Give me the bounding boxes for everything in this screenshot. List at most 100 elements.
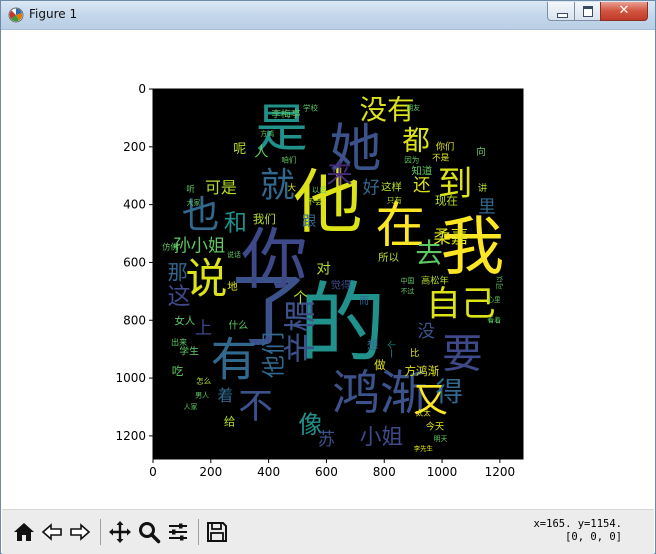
home-button[interactable] bbox=[12, 520, 36, 544]
word: 做 bbox=[374, 358, 386, 372]
word: 今天 bbox=[426, 421, 445, 433]
word: 吃 bbox=[172, 364, 184, 378]
word: 咱们 bbox=[281, 154, 296, 164]
word: 好 bbox=[363, 179, 380, 199]
pan-button[interactable] bbox=[108, 520, 132, 544]
y-tick-label: 0 bbox=[138, 82, 146, 96]
configure-subplots-button[interactable] bbox=[166, 520, 190, 544]
word: 人家 bbox=[184, 402, 198, 411]
word: 太太 bbox=[416, 407, 432, 417]
word: 觉得 bbox=[330, 280, 351, 292]
word: 中国 bbox=[400, 276, 414, 285]
word: 男人 bbox=[195, 391, 209, 399]
minimize-button[interactable] bbox=[547, 2, 575, 21]
y-tick-label: 1200 bbox=[115, 429, 146, 443]
word: 想 bbox=[367, 338, 379, 352]
figure-window: Figure 1 ✕ 的他了你我在是她鸿渐说有辛楣也就自己要又没有都到去不他们小… bbox=[0, 0, 656, 554]
word: 所以 bbox=[378, 252, 399, 264]
word: 现在 bbox=[435, 193, 458, 207]
word: 说话 bbox=[227, 250, 241, 259]
x-tick-label: 800 bbox=[373, 465, 396, 479]
word: 朋友 bbox=[406, 103, 420, 112]
word: 可以 bbox=[496, 276, 504, 290]
word: 什么 bbox=[228, 320, 248, 332]
word: 方鸿 bbox=[260, 129, 274, 138]
home-icon bbox=[14, 523, 34, 541]
word: 和 bbox=[224, 210, 247, 236]
word: 听 bbox=[186, 184, 195, 195]
word: 地 bbox=[227, 280, 238, 293]
wordcloud-image: 的他了你 我在是 她鸿渐说有 辛楣也就自己要又没有都到去不他们小姐像得来和这那孙小姐可… bbox=[153, 89, 523, 459]
word: 你们 bbox=[436, 140, 455, 152]
word: 他们 bbox=[261, 332, 287, 378]
word: 学校 bbox=[303, 102, 319, 112]
word: 苏 bbox=[318, 430, 335, 450]
back-icon bbox=[41, 523, 62, 541]
word: 人 bbox=[254, 144, 268, 161]
save-button[interactable] bbox=[205, 520, 229, 544]
word: 李梅亭 bbox=[271, 108, 301, 121]
word: 大 bbox=[287, 182, 296, 194]
x-tick-label: 400 bbox=[257, 465, 280, 479]
y-tick-label: 200 bbox=[123, 140, 146, 154]
word: 说 bbox=[186, 254, 228, 303]
word: 没 bbox=[418, 322, 435, 342]
toolbar-separator bbox=[100, 519, 101, 545]
word: 着 bbox=[217, 386, 233, 405]
word: 辛楣 bbox=[282, 300, 319, 364]
forward-button[interactable] bbox=[68, 520, 92, 544]
word: 可是 bbox=[205, 178, 237, 197]
pan-icon bbox=[109, 521, 131, 543]
matplotlib-logo-icon bbox=[8, 7, 24, 23]
word: 你 bbox=[241, 221, 307, 299]
x-tick-label: 1000 bbox=[427, 465, 458, 479]
word: 自己 bbox=[426, 284, 495, 324]
word: 比 bbox=[410, 347, 419, 359]
word: 不过 bbox=[400, 286, 414, 295]
y-tick-label: 600 bbox=[123, 255, 146, 269]
title-bar[interactable]: Figure 1 ✕ bbox=[1, 1, 655, 30]
word: 孙小姐 bbox=[173, 237, 225, 257]
wordcloud-plot: 的他了你 我在是 她鸿渐说有 辛楣也就自己要又没有都到去不他们小姐像得来和这那孙小姐可… bbox=[115, 82, 524, 479]
zoom-button[interactable] bbox=[137, 520, 161, 544]
word: 来 bbox=[326, 161, 352, 191]
word: 向 bbox=[476, 145, 486, 158]
word: 对 bbox=[316, 261, 330, 278]
coords-pixel-value: [0, 0, 0] bbox=[565, 531, 622, 543]
figure-canvas[interactable]: 的他了你我在是她鸿渐说有辛楣也就自己要又没有都到去不他们 小姐像得来和这那孙小姐可… bbox=[2, 30, 654, 508]
word: 还 bbox=[413, 176, 430, 196]
word: 里 bbox=[478, 198, 495, 218]
word: 都 bbox=[402, 126, 429, 157]
word: 这样 bbox=[381, 180, 402, 193]
x-tick-label: 0 bbox=[149, 465, 157, 479]
word: 呢 bbox=[233, 142, 246, 157]
word: 出来 bbox=[171, 337, 187, 347]
word: 给 bbox=[224, 414, 236, 428]
word: 而 bbox=[359, 295, 369, 307]
y-tick-label: 1000 bbox=[115, 371, 146, 385]
word: 上 bbox=[195, 319, 212, 339]
word: 高松年 bbox=[421, 275, 449, 287]
x-tick-label: 600 bbox=[315, 465, 338, 479]
word: 女人 bbox=[174, 315, 195, 328]
word: 心里 bbox=[488, 296, 501, 304]
word: 讲 bbox=[478, 182, 487, 194]
coords-position: x=165. y=1154. bbox=[533, 518, 622, 530]
maximize-button[interactable] bbox=[574, 2, 601, 21]
word: 知道 bbox=[411, 164, 432, 177]
word: 一个 bbox=[387, 340, 398, 358]
navigation-toolbar: x=165. y=1154. [0, 0, 0] bbox=[2, 509, 654, 554]
word: 怎么 bbox=[196, 375, 212, 385]
word: 以后 bbox=[312, 185, 328, 195]
word: 明天 bbox=[434, 435, 448, 443]
word: 得 bbox=[436, 377, 463, 408]
word: 李先生 bbox=[414, 443, 434, 452]
back-button[interactable] bbox=[40, 520, 64, 544]
word: 这 bbox=[167, 284, 190, 310]
y-tick-label: 400 bbox=[123, 198, 146, 212]
word: 跟 bbox=[302, 214, 316, 230]
close-button[interactable]: ✕ bbox=[600, 2, 648, 21]
word: 因为 bbox=[404, 154, 419, 164]
forward-icon bbox=[70, 523, 91, 541]
word: 不是 bbox=[432, 152, 450, 163]
